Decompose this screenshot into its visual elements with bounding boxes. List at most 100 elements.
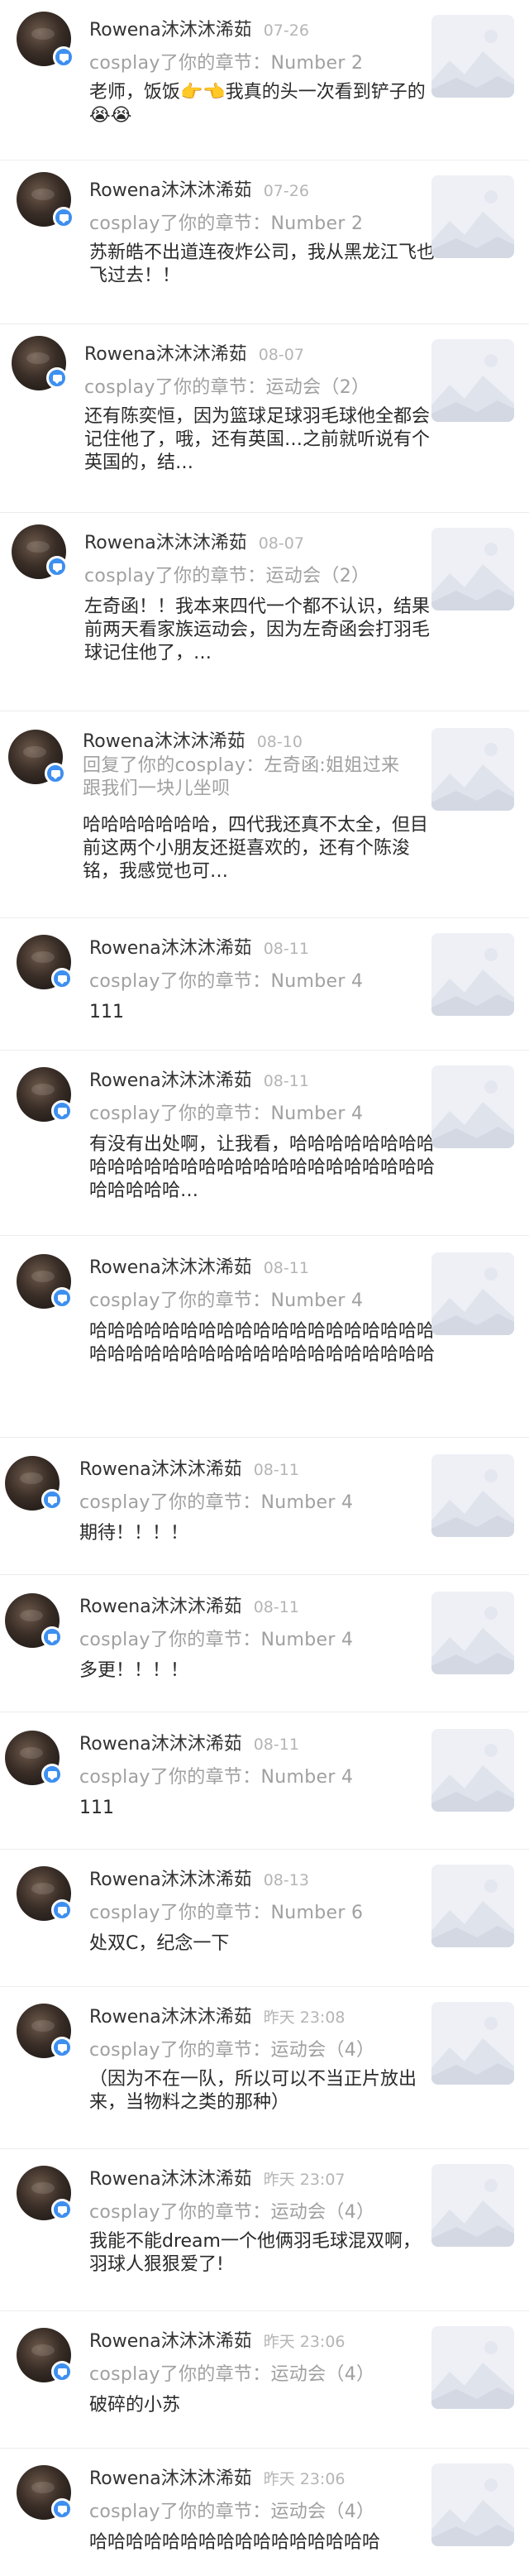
user-name[interactable]: Rowena沐沐沐浠茹 (89, 1065, 252, 1092)
chat-badge-icon (51, 2498, 73, 2520)
chapter-reference[interactable]: cosplay了你的章节：Number 4 (79, 1625, 353, 1651)
comment-date: 08-11 (263, 1072, 309, 1090)
comment-item[interactable]: Rowena沐沐沐浠茹 07-26 cosplay了你的章节：Number 2 老… (0, 0, 529, 160)
chat-badge-icon (41, 1626, 63, 1648)
comment-item[interactable]: Rowena沐沐沐浠茹 08-11 cosplay了你的章节：Number 4 哈… (0, 1236, 529, 1438)
comment-date: 08-07 (258, 534, 304, 553)
chapter-thumbnail-image[interactable] (431, 175, 514, 258)
chat-badge-icon (51, 2199, 73, 2220)
chapter-thumbnail-image[interactable] (431, 15, 514, 98)
chapter-thumbnail-image[interactable] (431, 2326, 514, 2409)
comment-text: 多更！！！！ (79, 1660, 189, 1681)
comment-date: 昨天 23:06 (263, 2333, 346, 2351)
chapter-reference[interactable]: cosplay了你的章节：Number 6 (89, 1898, 363, 1924)
comment-text: 哈哈哈哈哈哈哈，四代我还真不太全，但目前这两个小朋友还挺喜欢的，还有个陈浚铭，我… (83, 815, 429, 882)
user-name[interactable]: Rowena沐沐沐浠茹 (84, 528, 247, 554)
comment-text: 左奇函！！我本来四代一个都不认识，结果前两天看家族运动会，因为左奇函会打羽毛球记… (84, 596, 431, 663)
user-name[interactable]: Rowena沐沐沐浠茹 (89, 933, 252, 960)
comment-item[interactable]: Rowena沐沐沐浠茹 08-11 cosplay了你的章节：Number 4 期… (0, 1438, 529, 1575)
chapter-thumbnail-image[interactable] (431, 1252, 514, 1335)
chat-badge-icon (46, 367, 68, 389)
comment-item[interactable]: Rowena沐沐沐浠茹 08-07 cosplay了你的章节：运动会（2） 还有陈… (0, 324, 529, 513)
chat-badge-icon (51, 2361, 73, 2382)
comment-date: 08-11 (253, 1736, 299, 1754)
comment-list: Rowena沐沐沐浠茹 07-26 cosplay了你的章节：Number 2 老… (0, 0, 529, 2566)
chapter-reference[interactable]: cosplay了你的章节：Number 4 (79, 1487, 353, 1514)
comment-item[interactable]: Rowena沐沐沐浠茹 08-11 cosplay了你的章节：Number 4 1… (0, 1712, 529, 1850)
chapter-thumbnail-image[interactable] (431, 528, 514, 610)
comment-item[interactable]: Rowena沐沐沐浠茹 昨天 23:08 cosplay了你的章节：运动会（4） … (0, 1987, 529, 2149)
comment-text: 苏新皓不出道连夜炸公司，我从黑龙江飞也飞过去！！ (89, 242, 436, 286)
chapter-thumbnail-image[interactable] (431, 728, 514, 811)
chapter-thumbnail-image[interactable] (431, 2002, 514, 2085)
chat-badge-icon (51, 968, 73, 989)
user-name[interactable]: Rowena沐沐沐浠茹 (89, 1252, 252, 1279)
chapter-thumbnail-image[interactable] (431, 2164, 514, 2247)
chapter-reference[interactable]: cosplay了你的章节：运动会（4） (89, 2497, 374, 2523)
chat-badge-icon (41, 1489, 63, 1511)
chapter-reference[interactable]: cosplay了你的章节：Number 4 (79, 1762, 353, 1788)
user-name[interactable]: Rowena沐沐沐浠茹 (89, 2164, 252, 2191)
chat-badge-icon (51, 1899, 73, 1921)
user-name[interactable]: Rowena沐沐沐浠茹 (89, 2463, 252, 2490)
chat-badge-icon (45, 763, 66, 784)
chapter-reference[interactable]: cosplay了你的章节：运动会（2） (84, 372, 369, 399)
comment-date: 07-26 (263, 22, 309, 40)
comment-date: 昨天 23:07 (263, 2171, 346, 2189)
chat-badge-icon (41, 1764, 63, 1785)
chapter-thumbnail-image[interactable] (431, 1454, 514, 1537)
user-name[interactable]: Rowena沐沐沐浠茹 (89, 175, 252, 202)
comment-text: （因为不在一队，所以可以不当正片放出来，当物料之类的那种） (89, 2069, 417, 2113)
comment-text: 期待！！！！ (79, 1523, 189, 1544)
comment-date: 昨天 23:06 (263, 2470, 346, 2488)
comment-text: 有没有出处啊，让我看，哈哈哈哈哈哈哈哈哈哈哈哈哈哈哈哈哈哈哈哈哈哈哈哈哈哈哈哈哈… (89, 1134, 436, 1201)
chapter-reference[interactable]: cosplay了你的章节：运动会（4） (89, 2035, 374, 2061)
comment-item[interactable]: Rowena沐沐沐浠茹 08-11 cosplay了你的章节：Number 4 有… (0, 1051, 529, 1236)
chapter-reference[interactable]: cosplay了你的章节：Number 4 (89, 1099, 363, 1125)
user-name[interactable]: Rowena沐沐沐浠茹 (79, 1454, 242, 1481)
chapter-reference[interactable]: 回复了你的cosplay：左奇函:姐姐过来跟我们一块儿坐呗 (83, 754, 413, 801)
chapter-reference[interactable]: cosplay了你的章节：Number 2 (89, 48, 363, 74)
comment-item[interactable]: Rowena沐沐沐浠茹 昨天 23:07 cosplay了你的章节：运动会（4） … (0, 2149, 529, 2311)
user-name[interactable]: Rowena沐沐沐浠茹 (79, 1729, 242, 1755)
comment-text: 111 (89, 1002, 124, 1022)
comment-item[interactable]: Rowena沐沐沐浠茹 昨天 23:06 cosplay了你的章节：运动会（4） … (0, 2311, 529, 2449)
chapter-reference[interactable]: cosplay了你的章节：Number 4 (89, 966, 363, 993)
chapter-thumbnail-image[interactable] (431, 2463, 514, 2546)
chapter-reference[interactable]: cosplay了你的章节：运动会（4） (89, 2359, 374, 2386)
comment-date: 08-07 (258, 346, 304, 364)
chapter-reference[interactable]: cosplay了你的章节：Number 2 (89, 208, 363, 235)
chapter-reference[interactable]: cosplay了你的章节：运动会（2） (84, 561, 369, 587)
chapter-thumbnail-image[interactable] (431, 933, 514, 1016)
chapter-reference[interactable]: cosplay了你的章节：运动会（4） (89, 2197, 374, 2224)
comment-item[interactable]: Rowena沐沐沐浠茹 08-11 cosplay了你的章节：Number 4 1… (0, 918, 529, 1051)
comment-text: 111 (79, 1798, 114, 1818)
user-name[interactable]: Rowena沐沐沐浠茹 (89, 1865, 252, 1891)
comment-date: 08-11 (253, 1598, 299, 1616)
comment-text: 处双C，纪念一下 (89, 1933, 230, 1954)
chat-badge-icon (51, 1100, 73, 1122)
comment-item[interactable]: Rowena沐沐沐浠茹 08-10 回复了你的cosplay：左奇函:姐姐过来跟我… (0, 711, 529, 918)
comment-item[interactable]: Rowena沐沐沐浠茹 07-26 cosplay了你的章节：Number 2 苏… (0, 160, 529, 324)
chapter-reference[interactable]: cosplay了你的章节：Number 4 (89, 1286, 363, 1312)
comment-item[interactable]: Rowena沐沐沐浠茹 昨天 23:06 cosplay了你的章节：运动会（4） … (0, 2449, 529, 2566)
comment-text: 我能不能dream一个他俩羽毛球混双啊，羽球人狠狠爱了! (89, 2231, 421, 2275)
user-name[interactable]: Rowena沐沐沐浠茹 (83, 726, 245, 753)
chapter-thumbnail-image[interactable] (431, 1729, 514, 1812)
comment-item[interactable]: Rowena沐沐沐浠茹 08-11 cosplay了你的章节：Number 4 多… (0, 1575, 529, 1712)
comment-date: 08-10 (256, 733, 303, 751)
user-name[interactable]: Rowena沐沐沐浠茹 (89, 15, 252, 41)
user-name[interactable]: Rowena沐沐沐浠茹 (89, 2326, 252, 2353)
chat-badge-icon (53, 46, 74, 68)
comment-date: 08-13 (263, 1871, 309, 1889)
chat-badge-icon (51, 2037, 73, 2058)
user-name[interactable]: Rowena沐沐沐浠茹 (89, 2002, 252, 2028)
chapter-thumbnail-image[interactable] (431, 1592, 514, 1674)
chapter-thumbnail-image[interactable] (431, 1065, 514, 1148)
comment-item[interactable]: Rowena沐沐沐浠茹 08-07 cosplay了你的章节：运动会（2） 左奇函… (0, 513, 529, 711)
user-name[interactable]: Rowena沐沐沐浠茹 (84, 339, 247, 366)
chapter-thumbnail-image[interactable] (431, 339, 514, 422)
comment-item[interactable]: Rowena沐沐沐浠茹 08-13 cosplay了你的章节：Number 6 处… (0, 1850, 529, 1987)
chapter-thumbnail-image[interactable] (431, 1865, 514, 1947)
user-name[interactable]: Rowena沐沐沐浠茹 (79, 1592, 242, 1618)
